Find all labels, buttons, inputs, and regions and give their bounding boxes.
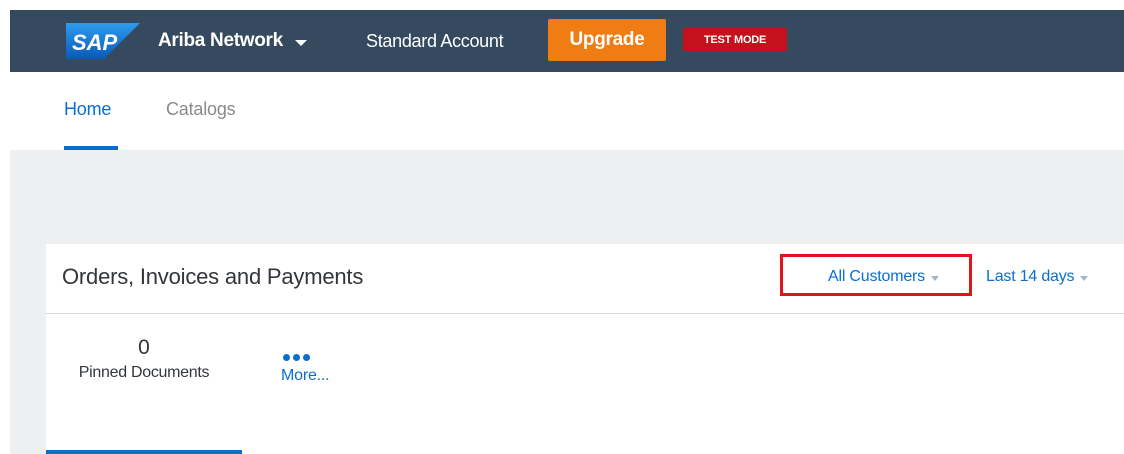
test-mode-badge: TEST MODE [683, 28, 787, 51]
account-type-label: Standard Account [366, 30, 504, 51]
highlight-annotation-box [780, 254, 972, 296]
selected-tile-indicator [46, 450, 242, 454]
pinned-documents-label: Pinned Documents [78, 364, 210, 381]
more-label: More... [281, 367, 330, 384]
more-tile[interactable]: More... [281, 354, 330, 385]
brand-label: Ariba Network [158, 30, 283, 51]
chevron-down-icon [294, 39, 307, 46]
main-tabs: Home Catalogs [0, 72, 1124, 150]
triangle-down-icon [1080, 275, 1089, 281]
panel-divider [46, 313, 1124, 314]
pinned-documents-tile[interactable]: 0 Pinned Documents [46, 336, 242, 382]
brand-menu[interactable]: Ariba Network [158, 10, 307, 72]
sap-logo-text: SAP [72, 30, 118, 55]
sap-logo[interactable]: SAP [66, 23, 140, 59]
upgrade-button[interactable]: Upgrade [548, 19, 666, 61]
period-filter-dropdown[interactable]: Last 14 days [986, 268, 1089, 286]
orders-invoices-panel: Orders, Invoices and Payments All Custom… [46, 244, 1124, 454]
page: SAP Ariba Network Standard Account Upgra… [0, 0, 1124, 454]
tab-catalogs[interactable]: Catalogs [166, 99, 236, 120]
pinned-documents-count: 0 [138, 336, 150, 359]
panel-title: Orders, Invoices and Payments [62, 264, 364, 289]
tab-home[interactable]: Home [64, 99, 111, 120]
period-filter-label: Last 14 days [986, 268, 1075, 285]
top-header-bar: SAP Ariba Network Standard Account Upgra… [10, 10, 1124, 72]
ellipsis-icon [283, 354, 329, 361]
